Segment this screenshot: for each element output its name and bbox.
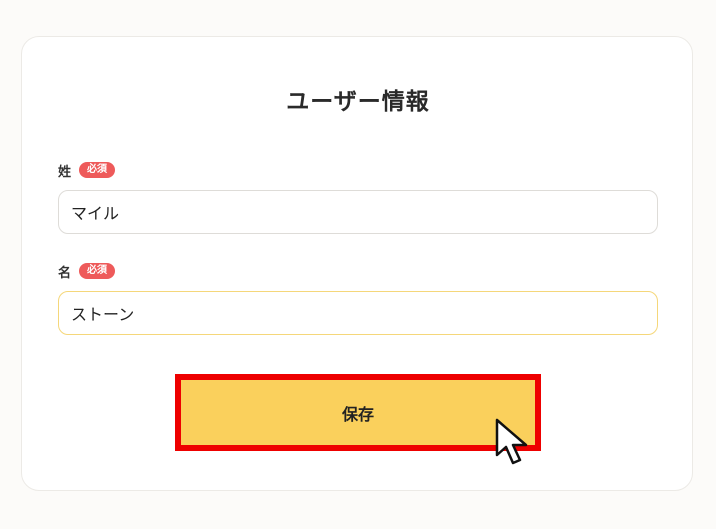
required-badge: 必須: [79, 263, 116, 279]
last-name-input[interactable]: [58, 190, 658, 234]
first-name-label-row: 名 必須: [58, 261, 116, 281]
first-name-input[interactable]: [58, 291, 658, 335]
last-name-label-row: 姓 必須: [58, 160, 116, 180]
last-name-label: 姓: [58, 164, 72, 180]
required-badge: 必須: [79, 162, 116, 178]
mouse-pointer-icon: [495, 418, 528, 465]
page-title: ユーザー情報: [286, 89, 430, 115]
save-button[interactable]: 保存: [175, 374, 541, 451]
save-button-label: 保存: [341, 404, 374, 424]
first-name-label: 名: [58, 265, 72, 281]
